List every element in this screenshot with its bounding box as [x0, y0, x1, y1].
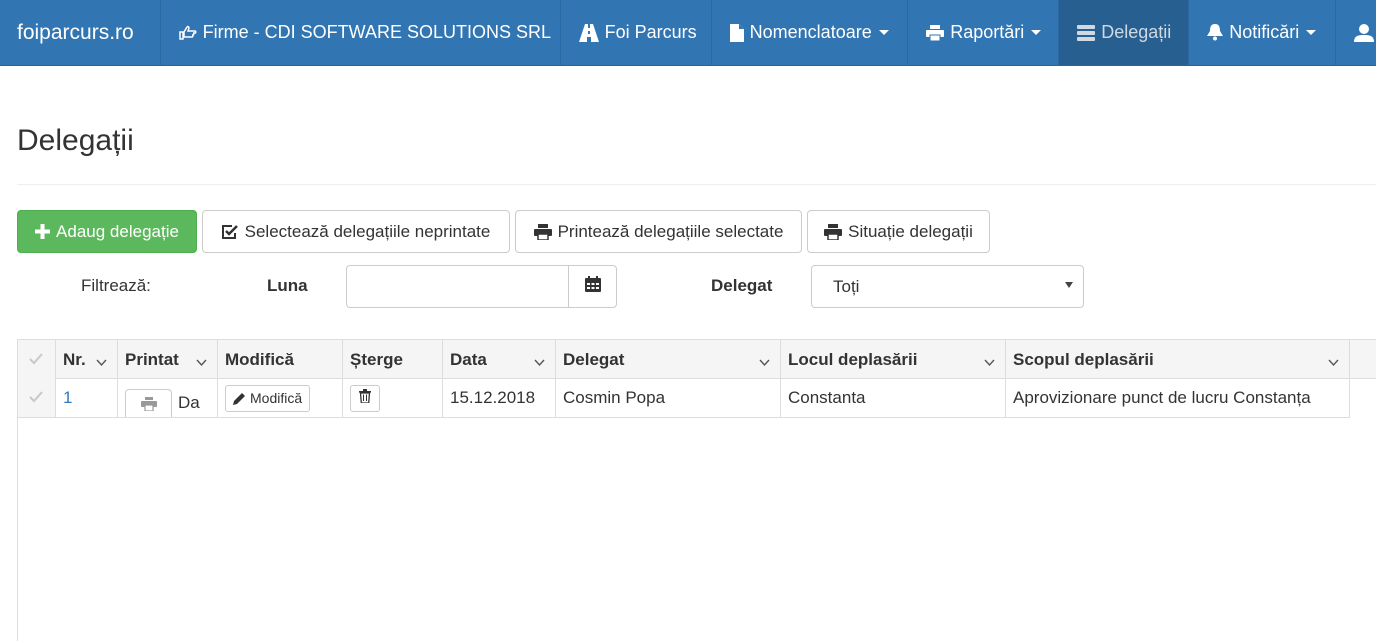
column-header-sterge-label: Șterge	[350, 349, 403, 369]
edit-row-label: Modifică	[250, 390, 303, 406]
cell-modifica: Modifică	[218, 379, 343, 417]
chevron-down-icon	[1065, 282, 1073, 288]
calendar-button[interactable]	[568, 265, 617, 308]
print-icon	[533, 223, 552, 240]
column-header-sterge: Șterge	[343, 340, 443, 379]
chevron-down-icon	[878, 30, 889, 35]
nav-delegatii-label: Delegații	[1101, 22, 1172, 42]
select-all-checkbox[interactable]	[18, 340, 56, 379]
column-header-printat[interactable]: Printat	[118, 340, 218, 379]
edit-row-button[interactable]: Modifică	[225, 384, 311, 412]
column-header-printat-label: Printat	[125, 349, 179, 369]
column-header-modifica: Modifică	[218, 340, 343, 379]
cell-nr: 1	[56, 379, 118, 417]
cell-locul: Constanta	[781, 379, 1006, 417]
nav-notificari[interactable]: Notificări	[1189, 0, 1336, 65]
nav-nomenclatoare[interactable]: Nomenclatoare	[712, 0, 909, 65]
print-icon	[926, 24, 945, 41]
printat-value: Da	[178, 393, 200, 412]
nav-foi-parcurs-label: Foi Parcurs	[604, 22, 697, 42]
add-delegatie-button[interactable]: Adaug delegație	[17, 210, 197, 253]
print-icon	[824, 223, 843, 240]
chevron-down-icon[interactable]	[984, 352, 995, 372]
nav-delegatii[interactable]: Delegații	[1059, 0, 1190, 65]
nav-foi-parcurs[interactable]: Foi Parcurs	[561, 0, 712, 65]
select-unprinted-button[interactable]: Selectează delegațiile neprintate	[202, 210, 510, 253]
luna-label: Luna	[267, 276, 308, 295]
add-delegatie-label: Adaug delegație	[56, 221, 179, 241]
column-header-delegat-label: Delegat	[563, 349, 625, 369]
hand-point-right-icon	[178, 25, 197, 41]
column-header-data[interactable]: Data	[443, 340, 556, 379]
grid-header: Nr. Printat Modifică Șterge Data Delegat…	[18, 340, 1376, 379]
table-row[interactable]: 1 Da Modifică 15.12.2018 Cosmin Popa Con…	[18, 379, 1350, 418]
cell-scopul: Aprovizionare punct de lucru Constanța	[1006, 379, 1350, 417]
situatie-delegatii-label: Situație delegații	[848, 221, 973, 241]
row-select-checkbox[interactable]	[18, 379, 56, 417]
column-header-modifica-label: Modifică	[225, 349, 294, 369]
nav-nomenclatoare-label: Nomenclatoare	[749, 22, 872, 42]
chevron-down-icon[interactable]	[534, 352, 545, 372]
column-header-locul-label: Locul deplasării	[788, 349, 918, 369]
column-header-data-label: Data	[450, 349, 487, 369]
trash-icon	[359, 388, 371, 408]
check-icon	[29, 388, 43, 408]
column-header-locul[interactable]: Locul deplasării	[781, 340, 1006, 379]
nav-notificari-label: Notificări	[1229, 22, 1300, 42]
nav-raportari-label: Raportări	[950, 22, 1025, 42]
column-header-scopul-label: Scopul deplasării	[1013, 349, 1154, 369]
filter-label: Filtrează:	[81, 276, 151, 295]
chevron-down-icon[interactable]	[1328, 352, 1339, 372]
print-row-button[interactable]	[125, 389, 172, 417]
delegatii-grid: Nr. Printat Modifică Șterge Data Delegat…	[17, 339, 1376, 641]
top-navbar: foiparcurs.ro Firme - CDI SOFTWARE SOLUT…	[0, 0, 1376, 66]
plus-icon	[35, 224, 51, 239]
nav-raportari[interactable]: Raportări	[908, 0, 1060, 65]
delegat-select-value: Toți	[833, 276, 860, 296]
delegat-select[interactable]: Toți	[811, 265, 1084, 308]
luna-input[interactable]	[346, 265, 569, 308]
nav-user[interactable]	[1336, 0, 1376, 65]
chevron-down-icon	[1306, 30, 1317, 35]
delete-row-button[interactable]	[350, 384, 380, 412]
chevron-down-icon[interactable]	[96, 352, 107, 372]
tasks-icon	[1077, 24, 1096, 41]
user-icon	[1354, 23, 1374, 42]
column-header-nr-label: Nr.	[63, 349, 86, 369]
column-header-delegat[interactable]: Delegat	[556, 340, 781, 379]
cell-delegat: Cosmin Popa	[556, 379, 781, 417]
chevron-down-icon[interactable]	[759, 352, 770, 372]
chevron-down-icon	[1031, 30, 1042, 35]
column-header-scopul[interactable]: Scopul deplasării	[1006, 340, 1350, 379]
chevron-down-icon[interactable]	[196, 352, 207, 372]
file-icon	[729, 23, 744, 42]
cell-printat: Da	[118, 379, 218, 417]
situatie-delegatii-button[interactable]: Situație delegații	[807, 210, 990, 253]
road-icon	[578, 23, 599, 42]
column-header-nr[interactable]: Nr.	[56, 340, 118, 379]
check-square-icon	[221, 224, 239, 240]
bell-icon	[1207, 24, 1224, 41]
brand-logo[interactable]: foiparcurs.ro	[0, 0, 161, 65]
nav-firme-label: Firme - CDI SOFTWARE SOLUTIONS SRL	[202, 22, 552, 42]
page-title: Delegații	[17, 124, 134, 157]
title-divider	[17, 184, 1376, 185]
print-selected-button[interactable]: Printează delegațiile selectate	[515, 210, 802, 253]
pencil-icon	[233, 392, 246, 405]
cell-data: 15.12.2018	[443, 379, 556, 417]
delegat-label: Delegat	[711, 276, 773, 295]
cell-sterge	[343, 379, 443, 417]
select-unprinted-label: Selectează delegațiile neprintate	[244, 221, 491, 241]
print-selected-label: Printează delegațiile selectate	[557, 221, 784, 241]
print-icon	[140, 396, 157, 416]
nr-link[interactable]: 1	[63, 388, 72, 408]
nav-firme[interactable]: Firme - CDI SOFTWARE SOLUTIONS SRL	[161, 0, 561, 65]
check-icon	[29, 350, 43, 370]
calendar-icon	[584, 276, 601, 297]
